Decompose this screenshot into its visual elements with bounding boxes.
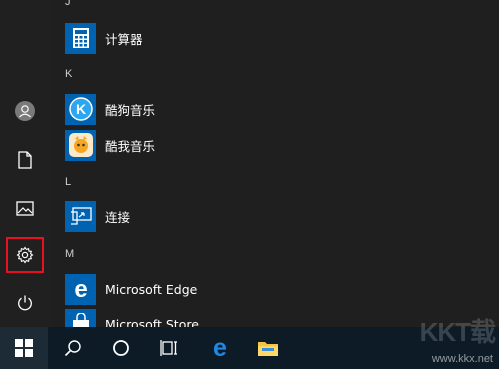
watermark-url: www.kkx.net: [431, 353, 493, 365]
start-button[interactable]: [0, 327, 48, 369]
app-item-kuwo-music[interactable]: 酷我音乐: [65, 128, 365, 162]
app-label: 酷我音乐: [105, 138, 156, 154]
app-list[interactable]: J 计算器 K K 酷狗音乐 酷我音乐 L 连接 M e Microsoft E…: [50, 0, 499, 327]
app-label: 计算器: [105, 31, 143, 47]
edge-taskbar-button[interactable]: e: [196, 327, 244, 369]
cortana-button[interactable]: [97, 327, 145, 369]
app-label: 酷狗音乐: [105, 102, 156, 118]
section-header-k[interactable]: K: [65, 68, 72, 80]
app-item-connect[interactable]: 连接: [65, 199, 365, 233]
task-view-icon: [160, 340, 177, 356]
cortana-icon: [113, 340, 129, 356]
user-account-button[interactable]: [6, 93, 44, 129]
kuwo-music-icon: [65, 129, 96, 161]
app-item-microsoft-edge[interactable]: e Microsoft Edge: [65, 272, 365, 306]
app-item-microsoft-store[interactable]: Microsoft Store: [65, 307, 365, 327]
app-label: 连接: [105, 209, 131, 225]
app-label: Microsoft Edge: [105, 281, 198, 297]
file-explorer-icon: [258, 342, 278, 356]
kugou-music-icon: K: [65, 93, 96, 125]
section-header-l[interactable]: L: [65, 176, 71, 188]
documents-button[interactable]: [6, 142, 44, 178]
app-item-kugou-music[interactable]: K 酷狗音乐: [65, 92, 365, 126]
settings-icon: [16, 246, 34, 264]
calculator-icon: [65, 22, 96, 54]
file-explorer-button[interactable]: [244, 327, 292, 369]
settings-button[interactable]: [6, 237, 44, 273]
edge-icon: e: [65, 273, 96, 305]
app-label: Microsoft Store: [105, 316, 199, 328]
windows-start-icon: [15, 339, 33, 357]
task-view-button[interactable]: [145, 327, 193, 369]
user-icon: [15, 101, 35, 121]
app-item-calculator[interactable]: 计算器: [65, 21, 365, 55]
pictures-button[interactable]: [6, 190, 44, 226]
search-icon: [64, 340, 81, 357]
power-icon: [18, 295, 32, 311]
start-menu-rail: [0, 0, 50, 327]
search-button[interactable]: [49, 327, 97, 369]
power-button[interactable]: [6, 285, 44, 321]
watermark-logo: KKT载: [419, 317, 496, 347]
section-header-m[interactable]: M: [65, 248, 74, 260]
document-icon: [18, 151, 32, 169]
svg-text:e: e: [213, 337, 227, 359]
edge-icon: e: [213, 337, 227, 359]
store-icon: [65, 308, 96, 327]
svg-text:K: K: [75, 101, 85, 117]
pictures-icon: [16, 200, 34, 216]
svg-text:e: e: [74, 278, 87, 300]
connect-icon: [65, 200, 96, 232]
section-header-j[interactable]: J: [65, 0, 71, 8]
